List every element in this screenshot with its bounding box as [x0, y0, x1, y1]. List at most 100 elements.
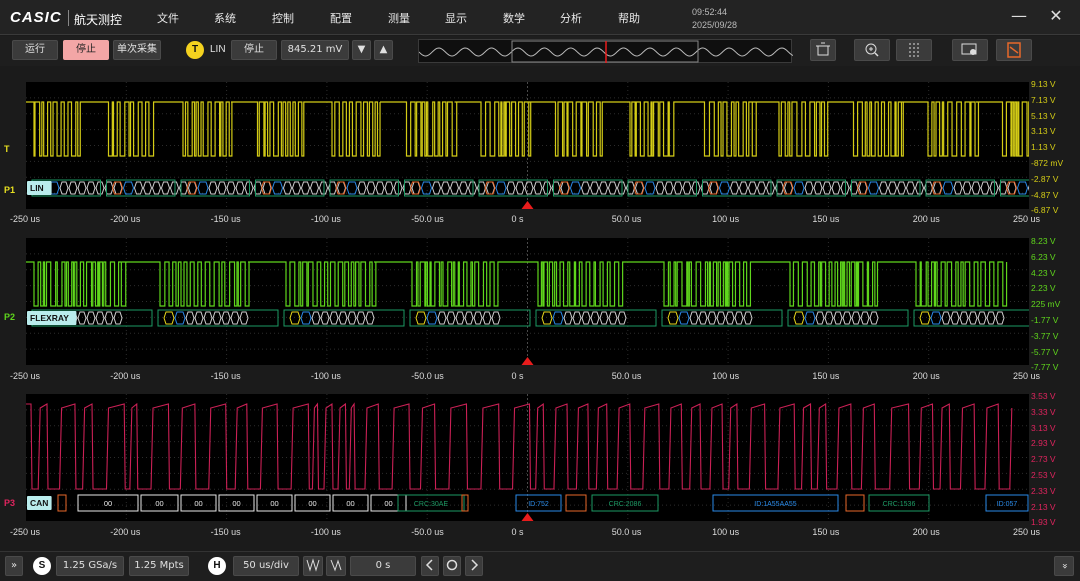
decode-frame-field[interactable]: [197, 181, 209, 195]
decode-frame-field[interactable]: [968, 311, 978, 325]
decode-frame-field[interactable]: [366, 181, 376, 195]
decode-frame-field[interactable]: [230, 311, 240, 325]
decode-frame-field[interactable]: [329, 311, 339, 325]
decode-frame-field[interactable]: [77, 181, 87, 195]
decode-frame-field[interactable]: [300, 311, 312, 325]
decode-frame-field[interactable]: [347, 311, 357, 325]
decode-frame-field[interactable]: [664, 181, 674, 195]
decode-frame-field[interactable]: [617, 311, 627, 325]
decode-frame-field[interactable]: [68, 181, 78, 195]
menu-help[interactable]: 帮助: [618, 10, 640, 26]
decode-frame-field[interactable]: [689, 311, 699, 325]
decode-frame-field[interactable]: [455, 311, 465, 325]
can-field[interactable]: [57, 494, 67, 512]
decode-frame-field[interactable]: [464, 311, 474, 325]
decode-frame-field[interactable]: [163, 311, 175, 325]
close-button[interactable]: ✕: [1044, 4, 1068, 28]
decode-frame-field[interactable]: [867, 181, 880, 195]
offset-reset-icon[interactable]: [443, 556, 461, 576]
ch1-plot[interactable]: LIN: [26, 82, 1029, 209]
decode-frame-field[interactable]: [995, 311, 1005, 325]
decode-frame-field[interactable]: [291, 181, 302, 195]
decode-frame-field[interactable]: [289, 311, 301, 325]
decode-frame-field[interactable]: [590, 311, 600, 325]
decode-frame-field[interactable]: [822, 181, 832, 195]
decode-frame-field[interactable]: [446, 311, 456, 325]
decode-frame-field[interactable]: [942, 181, 954, 195]
decode-frame-field[interactable]: [357, 181, 367, 195]
ch2-marker[interactable]: P2: [4, 312, 15, 322]
ch3-plot[interactable]: 00 00 00 00 00 00 00 00 CRC:30AE ID:752 CRC:2086 ID…: [26, 394, 1029, 521]
decode-frame-field[interactable]: [271, 181, 284, 195]
menu-display[interactable]: 显示: [445, 10, 467, 26]
decode-frame-field[interactable]: [962, 181, 972, 195]
decode-frame-field[interactable]: [440, 181, 451, 195]
decode-frame-field[interactable]: [607, 181, 618, 195]
decode-frame-field[interactable]: [415, 311, 427, 325]
decode-frame-field[interactable]: [221, 311, 231, 325]
decode-frame-field[interactable]: [682, 181, 692, 195]
menu-file[interactable]: 文件: [157, 10, 179, 26]
decode-frame-field[interactable]: [86, 181, 96, 195]
decode-frame-field[interactable]: [113, 311, 123, 325]
decode-frame-field[interactable]: [743, 311, 753, 325]
decode-frame-field[interactable]: [738, 181, 749, 195]
decode-frame-field[interactable]: [552, 311, 564, 325]
decode-frame-field[interactable]: [356, 311, 366, 325]
decode-frame-field[interactable]: [506, 181, 516, 195]
menu-measure[interactable]: 测量: [388, 10, 410, 26]
timebase-field[interactable]: 50 us/div: [233, 556, 299, 576]
trigger-level-up-button[interactable]: ▲: [374, 40, 393, 60]
decode-frame-field[interactable]: [185, 311, 195, 325]
decode-frame-field[interactable]: [673, 181, 683, 195]
decode-frame-field[interactable]: [986, 311, 996, 325]
decode-frame-field[interactable]: [449, 181, 460, 195]
sample-rate-field[interactable]: 1.25 GSa/s: [56, 556, 124, 576]
decode-frame-field[interactable]: [977, 311, 987, 325]
decode-frame-field[interactable]: [375, 181, 385, 195]
decode-frame-field[interactable]: [950, 311, 960, 325]
decode-frame-field[interactable]: [133, 181, 144, 195]
decode-frame-field[interactable]: [729, 181, 740, 195]
cursor-icon[interactable]: [896, 39, 932, 61]
decode-frame-field[interactable]: [122, 181, 135, 195]
decode-frame-field[interactable]: [941, 311, 951, 325]
protocol-label[interactable]: LIN: [27, 181, 52, 195]
protocol-label[interactable]: CAN: [27, 496, 52, 510]
decode-frame-field[interactable]: [718, 181, 731, 195]
decode-frame-field[interactable]: [580, 181, 591, 195]
decode-frame-field[interactable]: [235, 181, 245, 195]
offset-left-icon[interactable]: [421, 556, 439, 576]
decode-frame-field[interactable]: [930, 311, 942, 325]
decode-frame-field[interactable]: [194, 311, 204, 325]
decode-frame-field[interactable]: [174, 311, 186, 325]
decode-frame-field[interactable]: [833, 311, 843, 325]
decode-frame-field[interactable]: [212, 311, 222, 325]
decode-frame-field[interactable]: [667, 311, 679, 325]
decode-frame-field[interactable]: [1016, 181, 1029, 195]
trigger-position-marker[interactable]: [521, 201, 534, 209]
trigger-position-marker[interactable]: [521, 357, 534, 365]
menu-config[interactable]: 配置: [330, 10, 352, 26]
decode-frame-field[interactable]: [95, 311, 105, 325]
decode-frame-field[interactable]: [77, 311, 87, 325]
menu-math[interactable]: 数学: [503, 10, 525, 26]
decode-frame-field[interactable]: [842, 311, 852, 325]
decode-frame-field[interactable]: [437, 311, 447, 325]
decode-frame-field[interactable]: [311, 311, 321, 325]
decode-frame-field[interactable]: [524, 181, 534, 195]
hand-touch-icon[interactable]: [996, 39, 1032, 61]
decode-frame-field[interactable]: [420, 181, 433, 195]
protocol-label[interactable]: FLEXRAY: [27, 311, 77, 325]
decode-frame-field[interactable]: [678, 311, 690, 325]
decode-frame-field[interactable]: [860, 311, 870, 325]
single-acquire-button[interactable]: 单次采集: [113, 40, 161, 60]
decode-frame-field[interactable]: [971, 181, 981, 195]
horizontal-offset-field[interactable]: 0 s: [350, 556, 416, 576]
decode-frame-field[interactable]: [320, 311, 330, 325]
decode-frame-field[interactable]: [905, 181, 916, 195]
decode-frame-field[interactable]: [793, 181, 805, 195]
decode-frame-field[interactable]: [160, 181, 171, 195]
decode-frame-field[interactable]: [747, 181, 758, 195]
decode-frame-field[interactable]: [813, 181, 823, 195]
